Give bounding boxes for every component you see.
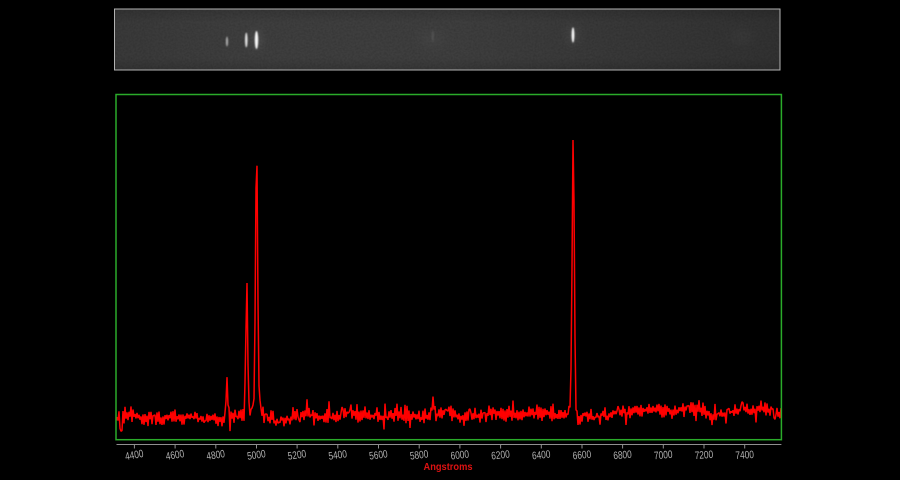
svg-text:4600: 4600 xyxy=(165,448,185,463)
svg-text:5200: 5200 xyxy=(287,448,307,463)
svg-text:7400: 7400 xyxy=(735,449,754,462)
svg-text:4800: 4800 xyxy=(206,448,226,463)
svg-text:5600: 5600 xyxy=(368,448,388,462)
svg-text:6600: 6600 xyxy=(572,449,592,463)
svg-text:4400: 4400 xyxy=(124,448,144,463)
svg-text:5400: 5400 xyxy=(328,448,348,462)
svg-text:6800: 6800 xyxy=(613,449,632,463)
svg-text:6200: 6200 xyxy=(491,449,511,463)
svg-text:5000: 5000 xyxy=(246,448,266,463)
svg-text:7000: 7000 xyxy=(654,449,673,462)
svg-text:7200: 7200 xyxy=(694,449,713,462)
svg-text:Angstroms: Angstroms xyxy=(424,461,473,473)
svg-text:6400: 6400 xyxy=(531,449,551,463)
